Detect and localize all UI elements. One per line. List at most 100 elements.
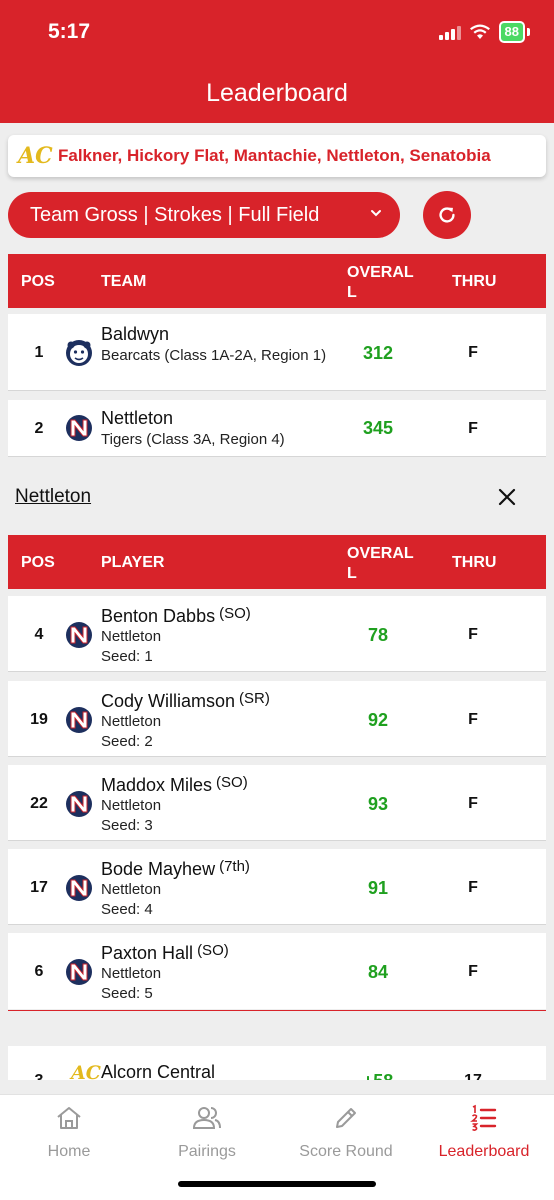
tab-leaderboard[interactable]: Leaderboard [415, 1103, 553, 1161]
player-score: 78 [367, 625, 389, 645]
leaderboard-filter-dropdown[interactable]: Team Gross | Strokes | Full Field [8, 192, 400, 238]
player-thru: F [468, 879, 478, 896]
page-title: Leaderboard [206, 79, 348, 107]
home-indicator [178, 1181, 376, 1187]
player-row[interactable]: 4 Benton Dabbs (SO) Nettleton Seed: 1 78 … [8, 596, 546, 672]
pencil-icon [336, 1108, 356, 1128]
player-name: Maddox Miles [101, 775, 213, 795]
chevron-down-icon [371, 210, 381, 217]
selected-team-title[interactable]: Nettleton [15, 486, 91, 508]
team-thru: F [468, 420, 478, 437]
tiger-logo-icon [66, 959, 92, 985]
player-thru: F [468, 795, 478, 812]
cellular-signal-icon [438, 24, 461, 40]
team-row[interactable]: 2 Nettleton Tigers (Class 3A, Region 4) … [8, 400, 546, 457]
player-name: Paxton Hall [101, 943, 194, 963]
team-score: 345 [362, 418, 394, 438]
tab-label: Pairings [178, 1143, 236, 1160]
player-row[interactable]: 19 Cody Williamson (SR) Nettleton Seed: 2… [8, 681, 546, 757]
tiger-logo-icon [66, 791, 92, 817]
team-score: +58 [338, 1071, 418, 1080]
tiger-logo-icon [66, 622, 92, 648]
tab-label: Leaderboard [438, 1143, 530, 1160]
app-header: 5:17 88 Leaderboard [0, 0, 554, 123]
wifi-icon [469, 24, 490, 39]
player-name-line: Paxton Hall (SO) [101, 942, 229, 964]
player-thru: F [468, 963, 478, 980]
player-seed: Seed: 3 [101, 817, 153, 834]
tournament-name: Falkner, Hickory Flat, Mantachie, Nettle… [58, 146, 491, 165]
tab-label: Home [47, 1143, 91, 1160]
team-description: Tigers (Class 3A, Region 4) [101, 431, 285, 448]
player-name: Cody Williamson [101, 691, 236, 711]
col-player: PLAYER [101, 554, 165, 571]
tab-score-round[interactable]: Score Round [277, 1103, 415, 1161]
school-logo: AC [18, 143, 53, 169]
tab-pairings[interactable]: Pairings [138, 1103, 276, 1161]
player-year: (SO) [197, 942, 229, 959]
team-table-header: POS TEAM OVERALL THRU [8, 254, 546, 308]
battery-tip [527, 28, 530, 36]
player-thru: F [468, 626, 478, 643]
player-position: 19 [30, 711, 48, 728]
team-description: Bearcats (Class 1A-2A, Region 1) [101, 347, 327, 364]
player-name-line: Bode Mayhew (7th) [101, 858, 250, 880]
tab-home[interactable]: Home [0, 1103, 138, 1161]
tournament-banner[interactable]: AC Falkner, Hickory Flat, Mantachie, Net… [8, 135, 546, 177]
team-score: 312 [362, 343, 394, 363]
player-team: Nettleton [101, 881, 162, 898]
player-position: 6 [34, 963, 44, 980]
col-thru: THRU [452, 554, 497, 571]
player-score: 93 [367, 794, 389, 814]
player-team: Nettleton [101, 628, 162, 645]
player-row[interactable]: 6 Paxton Hall (SO) Nettleton Seed: 5 84 F [8, 933, 546, 1009]
player-seed: Seed: 1 [101, 648, 153, 665]
player-year: (SR) [239, 690, 270, 707]
player-seed: Seed: 5 [101, 985, 153, 1002]
section-divider [8, 1010, 546, 1011]
player-score: 92 [367, 710, 389, 730]
player-name-line: Cody Williamson (SR) [101, 690, 270, 712]
refresh-button[interactable] [423, 191, 471, 239]
player-position: 4 [34, 626, 44, 643]
team-name: Baldwyn [101, 324, 170, 344]
player-seed: Seed: 2 [101, 733, 153, 750]
col-overall: OVERALL [347, 545, 414, 582]
tiger-logo-icon [66, 875, 92, 901]
team-position: 3 [8, 1072, 70, 1080]
player-year: (SO) [216, 774, 248, 791]
status-icons: 88 [438, 21, 530, 43]
player-team: Nettleton [101, 713, 162, 730]
col-pos: POS [21, 273, 55, 290]
player-position: 17 [30, 879, 48, 896]
filter-label: Team Gross | Strokes | Full Field [30, 203, 320, 226]
player-year: (SO) [219, 605, 251, 622]
team-thru: 17 [448, 1072, 498, 1080]
close-icon[interactable] [496, 486, 518, 508]
battery-icon: 88 [498, 21, 525, 43]
tab-label: Score Round [299, 1143, 393, 1160]
col-pos: POS [21, 554, 55, 571]
player-thru: F [468, 711, 478, 728]
col-team: TEAM [101, 273, 147, 290]
team-thru: F [468, 344, 478, 361]
team-position: 2 [34, 420, 44, 437]
player-row[interactable]: 17 Bode Mayhew (7th) Nettleton Seed: 4 91… [8, 849, 546, 925]
player-row[interactable]: 22 Maddox Miles (SO) Nettleton Seed: 3 93… [8, 765, 546, 841]
player-name-line: Maddox Miles (SO) [101, 774, 248, 796]
team-row[interactable]: 1 Baldwyn Bearcats (Class 1A-2A, Region … [8, 314, 546, 391]
list-numbered-icon [470, 1104, 497, 1131]
people-icon [192, 1107, 221, 1129]
tiger-logo-icon [66, 415, 92, 441]
team-name: Nettleton [101, 408, 174, 428]
col-thru: THRU [452, 273, 497, 290]
player-score: 91 [367, 878, 389, 898]
bearcat-logo-icon [66, 340, 92, 366]
player-name-line: Benton Dabbs (SO) [101, 605, 251, 627]
team-row[interactable]: 3 AC Alcorn Central +58 17 [8, 1046, 546, 1080]
team-name: Alcorn Central [101, 1062, 216, 1080]
player-team: Nettleton [101, 965, 162, 982]
school-logo: AC [71, 1062, 101, 1080]
status-time: 5:17 [48, 20, 91, 43]
player-name: Bode Mayhew [101, 859, 216, 879]
